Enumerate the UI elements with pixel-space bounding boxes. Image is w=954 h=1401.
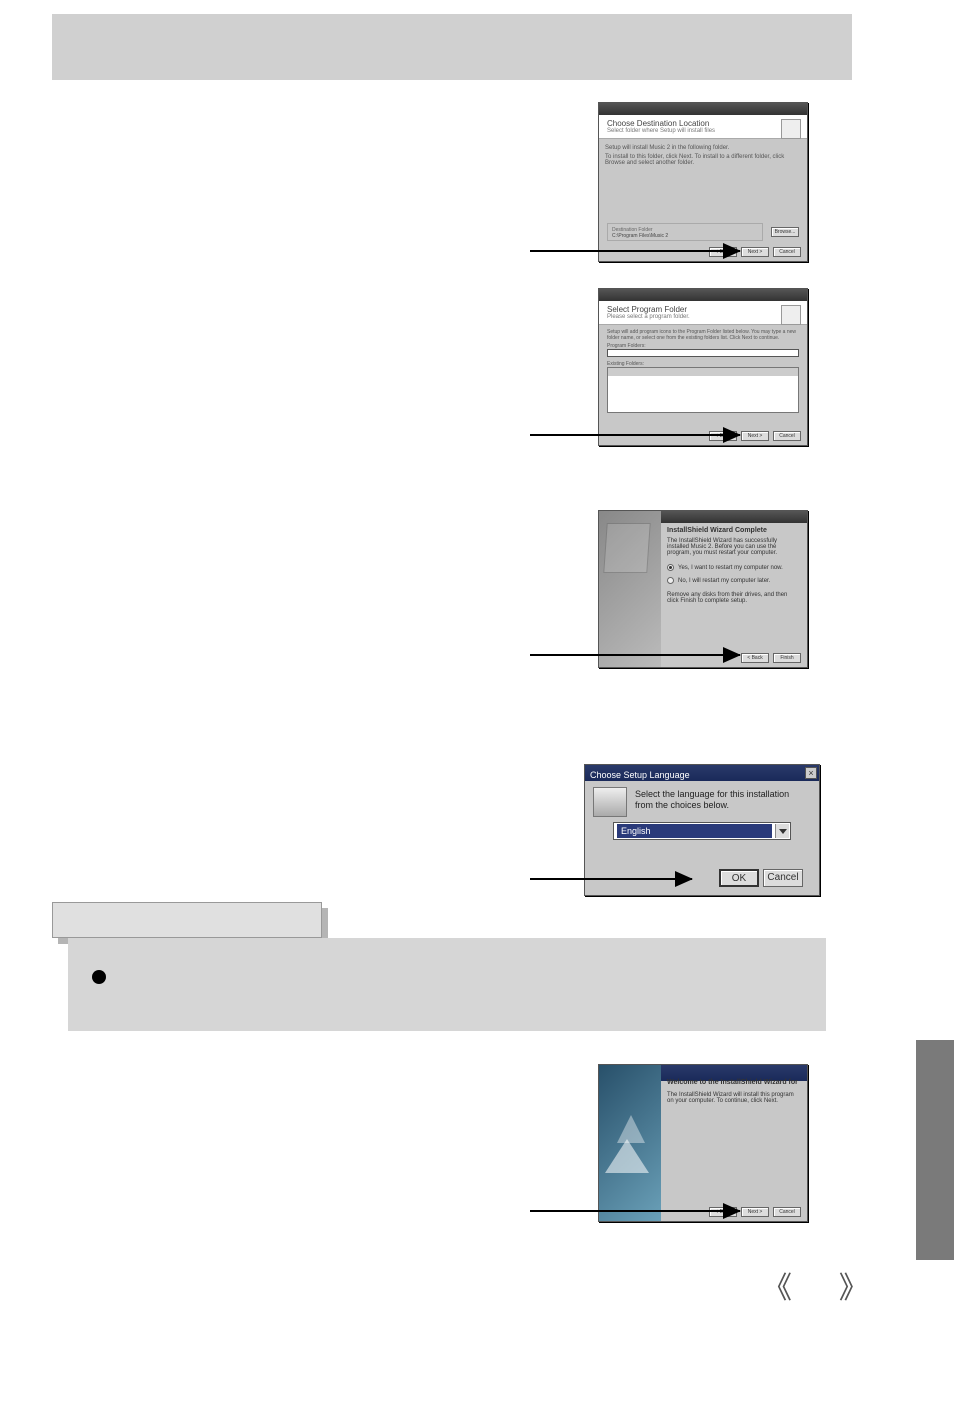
cancel-button[interactable]: Cancel	[773, 1207, 801, 1217]
radio-label: Yes, I want to restart my computer now.	[678, 565, 783, 571]
dialog-heading: InstallShield Wizard Complete	[667, 527, 799, 534]
page-number: 《 》	[762, 1263, 871, 1307]
side-tab	[916, 1040, 954, 1260]
list-item[interactable]	[608, 368, 798, 376]
arrow-3	[530, 654, 740, 656]
list-item[interactable]	[608, 390, 798, 397]
dialog-titlebar	[599, 103, 807, 115]
language-select[interactable]: English	[613, 822, 791, 840]
dialog-subtitle: Select folder where Setup will install f…	[607, 128, 799, 134]
cancel-button[interactable]: Cancel	[773, 431, 801, 441]
arrow-2	[530, 434, 740, 436]
dialog-title: Choose Setup Language	[585, 770, 690, 780]
dialog-subhead: Choose Destination Location Select folde…	[599, 115, 807, 139]
wizard-side-graphic	[599, 511, 661, 667]
dialog-subhead: Select Program Folder Please select a pr…	[599, 301, 807, 325]
wizard-side-graphic	[599, 1065, 661, 1221]
arrow-4	[530, 878, 692, 880]
next-button[interactable]: Next >	[741, 247, 769, 257]
back-button[interactable]: < Back	[741, 653, 769, 663]
finish-button[interactable]: Finish	[773, 653, 801, 663]
ok-button[interactable]: OK	[719, 869, 759, 887]
existing-folders-list[interactable]	[607, 367, 799, 413]
dialog-choose-language: Choose Setup Language × Select the langu…	[584, 764, 820, 896]
program-folder-input[interactable]	[607, 349, 799, 357]
dialog-wizard-complete: InstallShield Wizard Complete The Instal…	[598, 510, 808, 668]
dialog-welcome-wizard: Welcome to the InstallShield Wizard for …	[598, 1064, 808, 1222]
dialog-subtitle: Please select a program folder.	[607, 314, 799, 320]
bracket-left: 《	[762, 1272, 794, 1305]
arrow-5	[530, 1210, 740, 1212]
dialog-text-2: Remove any disks from their drives, and …	[667, 592, 799, 604]
dest-folder-path: C:\Program Files\Music 2	[612, 233, 758, 239]
browse-button[interactable]: Browse...	[771, 227, 799, 237]
dialog-message: Select the language for this installatio…	[635, 789, 809, 812]
bullet-icon	[92, 970, 106, 984]
dialog-heading: Choose Destination Location	[607, 119, 799, 128]
radio-restart-later[interactable]	[667, 577, 674, 584]
wizard-icon	[781, 305, 801, 325]
cancel-button[interactable]: Cancel	[773, 247, 801, 257]
bracket-right: 》	[839, 1272, 871, 1305]
dialog-destination: Choose Destination Location Select folde…	[598, 102, 808, 262]
list-item[interactable]	[608, 376, 798, 383]
dialog-body: Setup will install Music 2 in the follow…	[599, 139, 807, 172]
notice-label	[52, 902, 322, 938]
language-selected: English	[617, 824, 772, 838]
dialog-body: Setup will add program icons to the Prog…	[599, 325, 807, 417]
close-icon[interactable]: ×	[805, 767, 817, 779]
page-header-bar	[52, 14, 852, 80]
dialog-titlebar	[599, 289, 807, 301]
list-item[interactable]	[608, 383, 798, 390]
radio-restart-now[interactable]	[667, 564, 674, 571]
dialog-text-1: The InstallShield Wizard has successfull…	[667, 538, 799, 556]
notice-box	[68, 938, 826, 1031]
dialog-heading: Select Program Folder	[607, 305, 799, 314]
next-button[interactable]: Next >	[741, 1207, 769, 1217]
chevron-down-icon[interactable]	[775, 824, 789, 838]
dialog-program-folder: Select Program Folder Please select a pr…	[598, 288, 808, 446]
dialog-text: Setup will add program icons to the Prog…	[607, 329, 799, 341]
arrow-1	[530, 250, 740, 252]
dialog-text-2: To install to this folder, click Next. T…	[605, 154, 801, 166]
dialog-text: The InstallShield Wizard will install th…	[667, 1092, 799, 1104]
radio-label: No, I will restart my computer later.	[678, 578, 770, 584]
setup-icon	[593, 787, 627, 817]
next-button[interactable]: Next >	[741, 431, 769, 441]
dialog-titlebar: Choose Setup Language ×	[585, 765, 819, 781]
dialog-text-1: Setup will install Music 2 in the follow…	[605, 145, 801, 151]
cancel-button[interactable]: Cancel	[763, 869, 803, 887]
wizard-icon	[781, 119, 801, 139]
dialog-heading: Welcome to the InstallShield Wizard for	[667, 1079, 799, 1086]
